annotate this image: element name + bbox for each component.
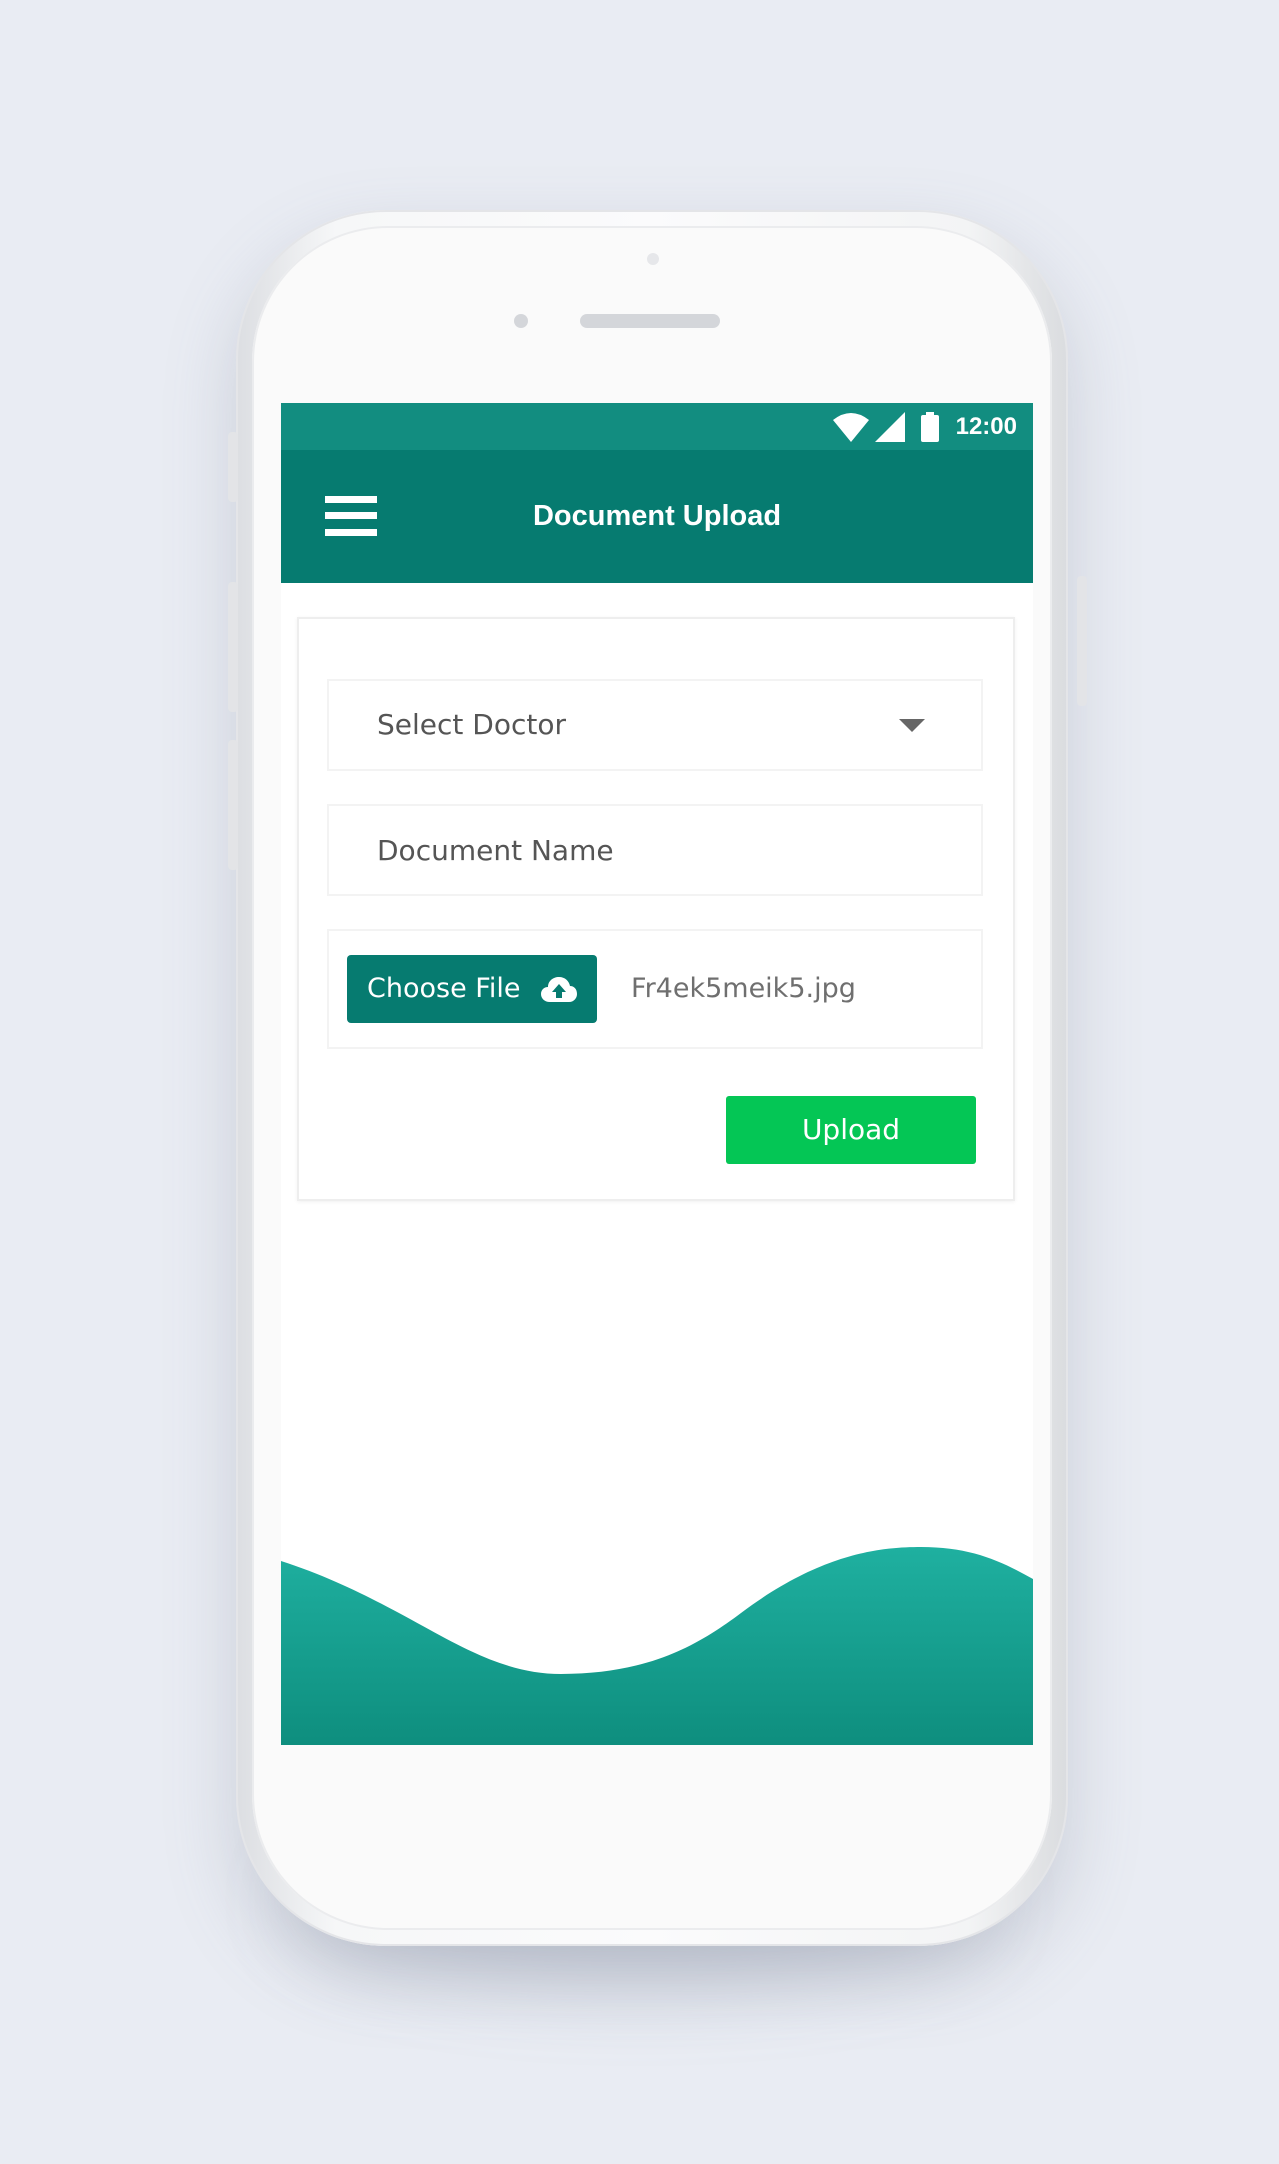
earpiece-speaker — [580, 314, 720, 328]
status-time: 12:00 — [955, 413, 1017, 440]
cloud-upload-icon — [541, 977, 577, 1002]
page-title: Document Upload — [532, 500, 782, 532]
upload-button[interactable]: Upload — [726, 1096, 976, 1164]
decorative-wave — [281, 1547, 1033, 1745]
phone-volume-up-button — [228, 582, 238, 712]
proximity-sensor — [514, 314, 528, 328]
choose-file-button[interactable]: Choose File — [347, 955, 597, 1023]
document-name-field — [327, 804, 983, 896]
choose-file-label: Choose File — [367, 973, 521, 1004]
app-bar: Document Upload — [281, 450, 1033, 583]
select-doctor-dropdown[interactable]: Select Doctor — [327, 679, 983, 771]
cellular-signal-icon — [875, 412, 905, 442]
hamburger-menu-icon[interactable] — [325, 496, 377, 536]
dropdown-arrow-icon — [899, 719, 925, 732]
document-name-input[interactable] — [329, 806, 981, 894]
upload-form-card: Select Doctor Choose File Fr4ek5meik5.jp… — [297, 617, 1015, 1201]
phone-mute-switch — [228, 432, 238, 502]
status-bar: 12:00 — [281, 403, 1033, 450]
file-picker-field: Choose File Fr4ek5meik5.jpg — [327, 929, 983, 1049]
select-doctor-value: Select Doctor — [377, 708, 566, 741]
wifi-icon — [833, 413, 869, 442]
phone-power-button — [1077, 576, 1087, 706]
selected-file-name: Fr4ek5meik5.jpg — [631, 973, 856, 1004]
phone-volume-down-button — [228, 740, 238, 870]
battery-icon — [921, 412, 939, 442]
phone-screen: 12:00 Document Upload Select Doctor Choo… — [281, 403, 1033, 1745]
front-camera — [647, 253, 659, 265]
